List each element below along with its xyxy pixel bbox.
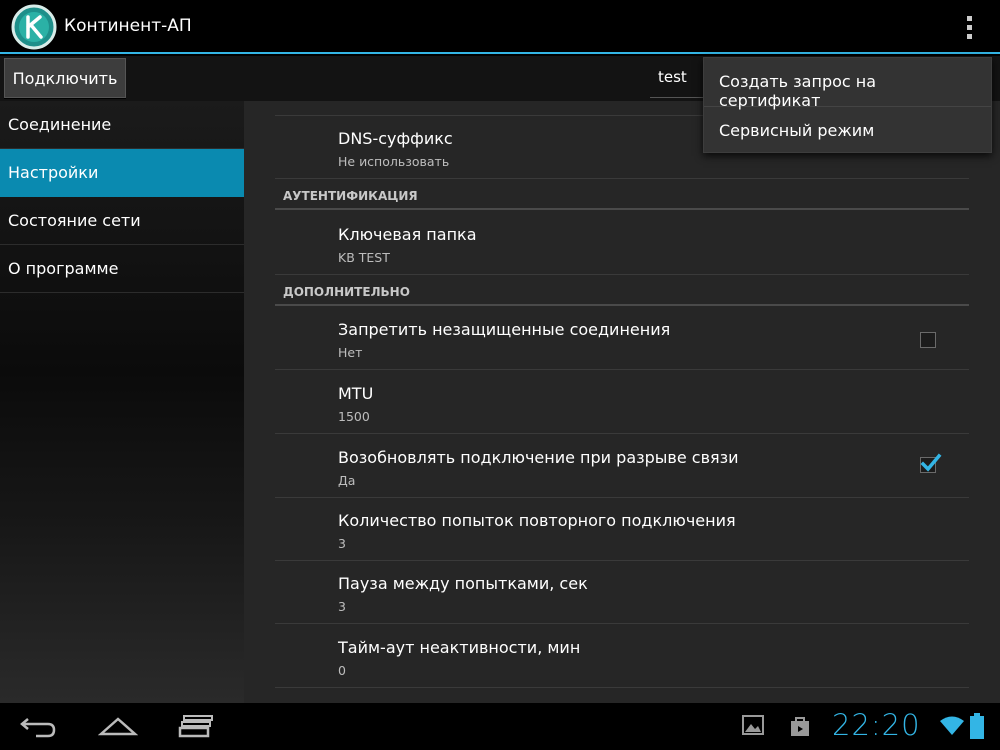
wifi-icon — [940, 716, 964, 735]
home-icon[interactable] — [98, 713, 138, 739]
overflow-menu-icon[interactable] — [956, 10, 982, 44]
sidebar-item-connection[interactable]: Соединение — [0, 101, 244, 149]
setting-retry-count[interactable]: Количество попыток повторного подключени… — [275, 498, 969, 561]
store-notification-icon[interactable] — [790, 715, 810, 737]
app-title: Континент-АП — [64, 16, 192, 36]
setting-summary: 3 — [338, 536, 346, 551]
setting-key-folder[interactable]: Ключевая папка KB TEST — [275, 212, 969, 275]
system-bar: 22:20 — [0, 703, 1000, 750]
setting-summary: Да — [338, 473, 356, 488]
sidebar-item-about[interactable]: О программе — [0, 245, 244, 293]
section-header-extra: ДОПОЛНИТЕЛЬНО — [275, 280, 969, 306]
back-icon[interactable] — [20, 713, 60, 739]
setting-idle-timeout[interactable]: Тайм-аут неактивности, мин 0 — [275, 625, 969, 688]
sidebar: Соединение Настройки Состояние сети О пр… — [0, 101, 244, 703]
overflow-menu: Создать запрос на сертификат Сервисный р… — [703, 57, 992, 153]
setting-summary: Не использовать — [338, 154, 450, 169]
setting-summary: Нет — [338, 345, 363, 360]
sidebar-item-settings[interactable]: Настройки — [0, 149, 244, 197]
setting-title: Запретить незащищенные соединения — [338, 320, 671, 339]
reconnect-checkbox[interactable] — [920, 453, 942, 473]
setting-title: Ключевая папка — [338, 225, 477, 244]
section-label: АУТЕНТИФИКАЦИЯ — [283, 189, 418, 203]
checkmark-icon — [920, 453, 942, 472]
recents-icon[interactable] — [176, 713, 216, 739]
gallery-notification-icon[interactable] — [742, 715, 764, 735]
profile-selector[interactable]: test — [650, 62, 710, 98]
menu-item-service-mode[interactable]: Сервисный режим — [704, 106, 991, 154]
menu-item-create-cert-request[interactable]: Создать запрос на сертификат — [704, 58, 991, 110]
clock: 22:20 — [832, 708, 921, 742]
forbid-insecure-checkbox[interactable] — [920, 332, 936, 348]
battery-icon — [970, 713, 984, 739]
connect-button[interactable]: Подключить — [4, 58, 126, 98]
setting-retry-pause[interactable]: Пауза между попытками, сек 3 — [275, 561, 969, 624]
setting-summary: 1500 — [338, 409, 370, 424]
setting-forbid-insecure[interactable]: Запретить незащищенные соединения Нет — [275, 307, 969, 370]
action-bar: Континент-АП — [0, 0, 1000, 54]
setting-summary: 0 — [338, 663, 346, 678]
setting-title: MTU — [338, 384, 374, 403]
setting-title: Количество попыток повторного подключени… — [338, 511, 736, 530]
continent-logo-icon[interactable] — [10, 4, 58, 50]
settings-list[interactable]: DNS-суффикс Не использовать АУТЕНТИФИКАЦ… — [244, 101, 1000, 703]
setting-title: Пауза между попытками, сек — [338, 574, 588, 593]
setting-reconnect[interactable]: Возобновлять подключение при разрыве свя… — [275, 435, 969, 498]
section-label: ДОПОЛНИТЕЛЬНО — [283, 285, 410, 299]
sidebar-item-network-status[interactable]: Состояние сети — [0, 197, 244, 245]
setting-mtu[interactable]: MTU 1500 — [275, 371, 969, 434]
setting-title: DNS-суффикс — [338, 129, 453, 148]
setting-summary: KB TEST — [338, 250, 390, 265]
section-header-auth: АУТЕНТИФИКАЦИЯ — [275, 184, 969, 210]
setting-title: Возобновлять подключение при разрыве свя… — [338, 448, 739, 467]
setting-title: Тайм-аут неактивности, мин — [338, 638, 581, 657]
setting-summary: 3 — [338, 599, 346, 614]
